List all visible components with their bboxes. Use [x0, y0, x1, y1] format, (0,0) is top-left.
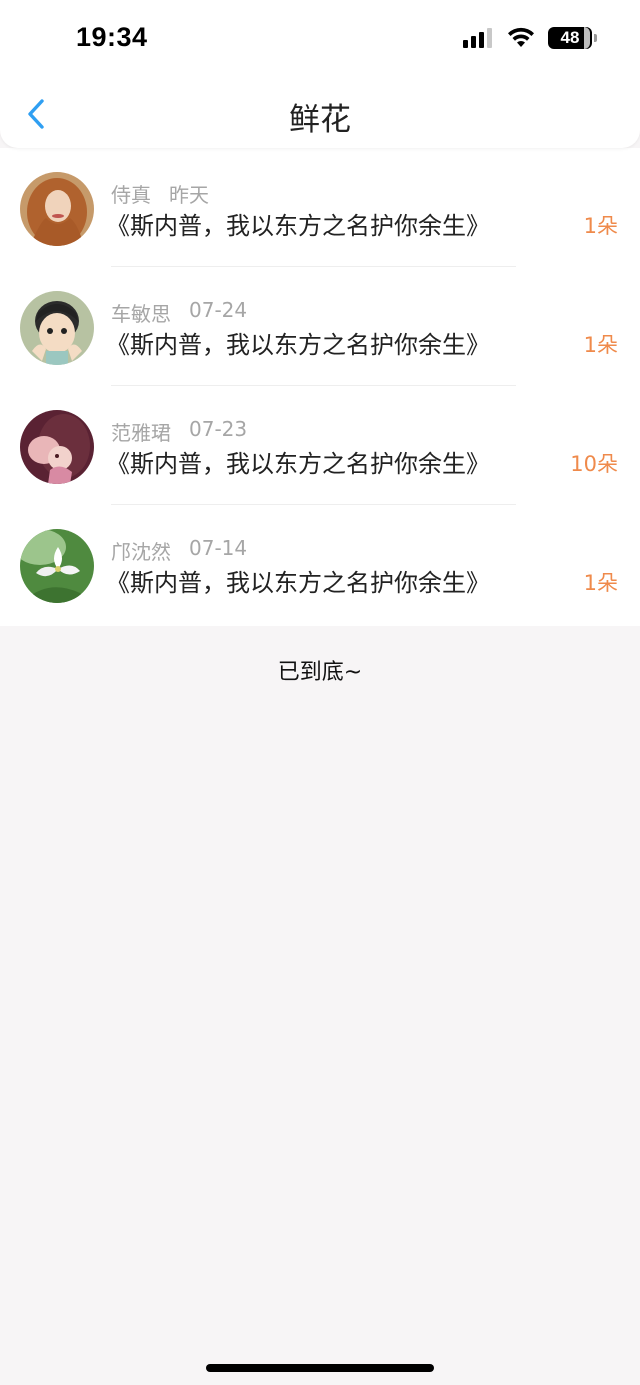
anime-child-avatar[interactable] [20, 291, 94, 365]
flower-list: 侍真 昨天 《斯内普，我以东方之名护你余生》 1朵 车敏思 07-24 《斯内普… [0, 148, 640, 626]
sent-date: 07-14 [189, 536, 248, 560]
home-indicator[interactable] [206, 1364, 434, 1372]
sent-date: 07-23 [189, 417, 248, 441]
message-text: 《斯内普，我以东方之名护你余生》 [106, 450, 490, 478]
sent-date: 07-24 [189, 298, 248, 322]
list-item[interactable]: 范雅珺 07-23 《斯内普，我以东方之名护你余生》 10朵 [0, 386, 640, 505]
page-title: 鲜花 [289, 102, 351, 138]
flower-count: 1朵 [583, 214, 618, 238]
status-icons: 48 [463, 26, 597, 50]
end-of-list-text: 已到底~ [277, 660, 363, 685]
anime-girl-avatar[interactable] [20, 410, 94, 484]
white-flower-avatar[interactable] [20, 529, 94, 603]
status-time: 19:34 [76, 22, 148, 52]
battery-icon: 48 [548, 27, 597, 49]
list-item[interactable]: 侍真 昨天 《斯内普，我以东方之名护你余生》 1朵 [0, 148, 640, 267]
cellular-signal-icon [463, 28, 492, 48]
top-bar: 19:34 48 鲜花 [0, 0, 640, 148]
flower-count: 1朵 [583, 571, 618, 595]
sender-name: 范雅珺 [111, 421, 171, 445]
wifi-icon [508, 27, 534, 47]
flower-count: 10朵 [570, 452, 618, 476]
sender-name: 侍真 [111, 183, 151, 207]
list-item[interactable]: 邝沈然 07-14 《斯内普，我以东方之名护你余生》 1朵 [0, 505, 640, 624]
list-item[interactable]: 车敏思 07-24 《斯内普，我以东方之名护你余生》 1朵 [0, 267, 640, 386]
message-text: 《斯内普，我以东方之名护你余生》 [106, 331, 490, 359]
sender-name: 邝沈然 [111, 540, 171, 564]
woman-portrait-avatar[interactable] [20, 172, 94, 246]
battery-level: 48 [560, 28, 580, 47]
message-text: 《斯内普，我以东方之名护你余生》 [106, 212, 490, 240]
flower-count: 1朵 [583, 333, 618, 357]
sender-name: 车敏思 [111, 302, 171, 326]
sent-date: 昨天 [169, 183, 209, 207]
message-text: 《斯内普，我以东方之名护你余生》 [106, 569, 490, 597]
